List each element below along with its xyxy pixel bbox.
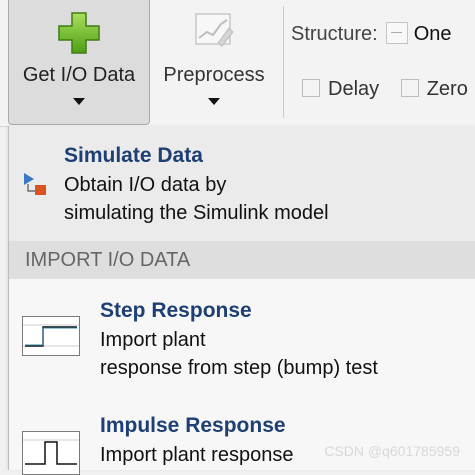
structure-label: Structure:: [291, 23, 378, 45]
chevron-down-icon: [208, 98, 220, 105]
impulse-response-title: Impulse Response: [100, 414, 286, 437]
preprocess-icon: [191, 10, 237, 58]
step-response-title: Step Response: [100, 299, 252, 322]
add-plus-icon: [56, 10, 102, 62]
step-response-desc-line2: response from step (bump) test: [100, 357, 378, 379]
simulate-data-desc-line2: simulating the Simulink model: [64, 202, 329, 224]
delay-checkbox[interactable]: [302, 79, 320, 97]
simulate-data-title: Simulate Data: [64, 144, 203, 167]
simulate-data-desc-line1: Obtain I/O data by: [64, 174, 227, 196]
menu-item-simulate-data[interactable]: Simulate Data Obtain I/O data by simulat…: [9, 126, 475, 241]
menu-item-step-response[interactable]: Step Response Import plant response from…: [9, 279, 475, 396]
import-io-data-header: IMPORT I/O DATA: [9, 241, 475, 279]
impulse-response-desc-line1: Import plant response: [100, 444, 294, 466]
zero-checkbox[interactable]: [400, 79, 419, 97]
chevron-down-icon: [73, 98, 85, 105]
structure-value: One: [413, 23, 452, 45]
delay-label: Delay: [328, 78, 380, 100]
get-io-data-menu: Simulate Data Obtain I/O data by simulat…: [8, 126, 475, 475]
ribbon-separator: [283, 6, 284, 118]
watermark: CSDN @q601785959: [324, 443, 460, 459]
get-io-data-button[interactable]: Get I/O Data: [8, 0, 150, 125]
structure-selector[interactable]: Structure: One: [291, 22, 452, 46]
preprocess-button[interactable]: Preprocess: [150, 0, 278, 124]
options-row: Delay Zero: [302, 78, 468, 101]
get-io-data-label: Get I/O Data: [22, 64, 136, 86]
toolstrip-ribbon: Get I/O Data Preprocess Structure: One De…: [0, 0, 475, 127]
structure-icon: [385, 22, 408, 44]
preprocess-label: Preprocess: [163, 64, 265, 86]
zero-label: Zero: [426, 78, 468, 100]
simulink-model-icon: [21, 170, 49, 201]
step-response-icon: [22, 316, 80, 356]
impulse-response-icon: [22, 431, 80, 475]
step-response-desc-line1: Import plant: [100, 329, 206, 351]
